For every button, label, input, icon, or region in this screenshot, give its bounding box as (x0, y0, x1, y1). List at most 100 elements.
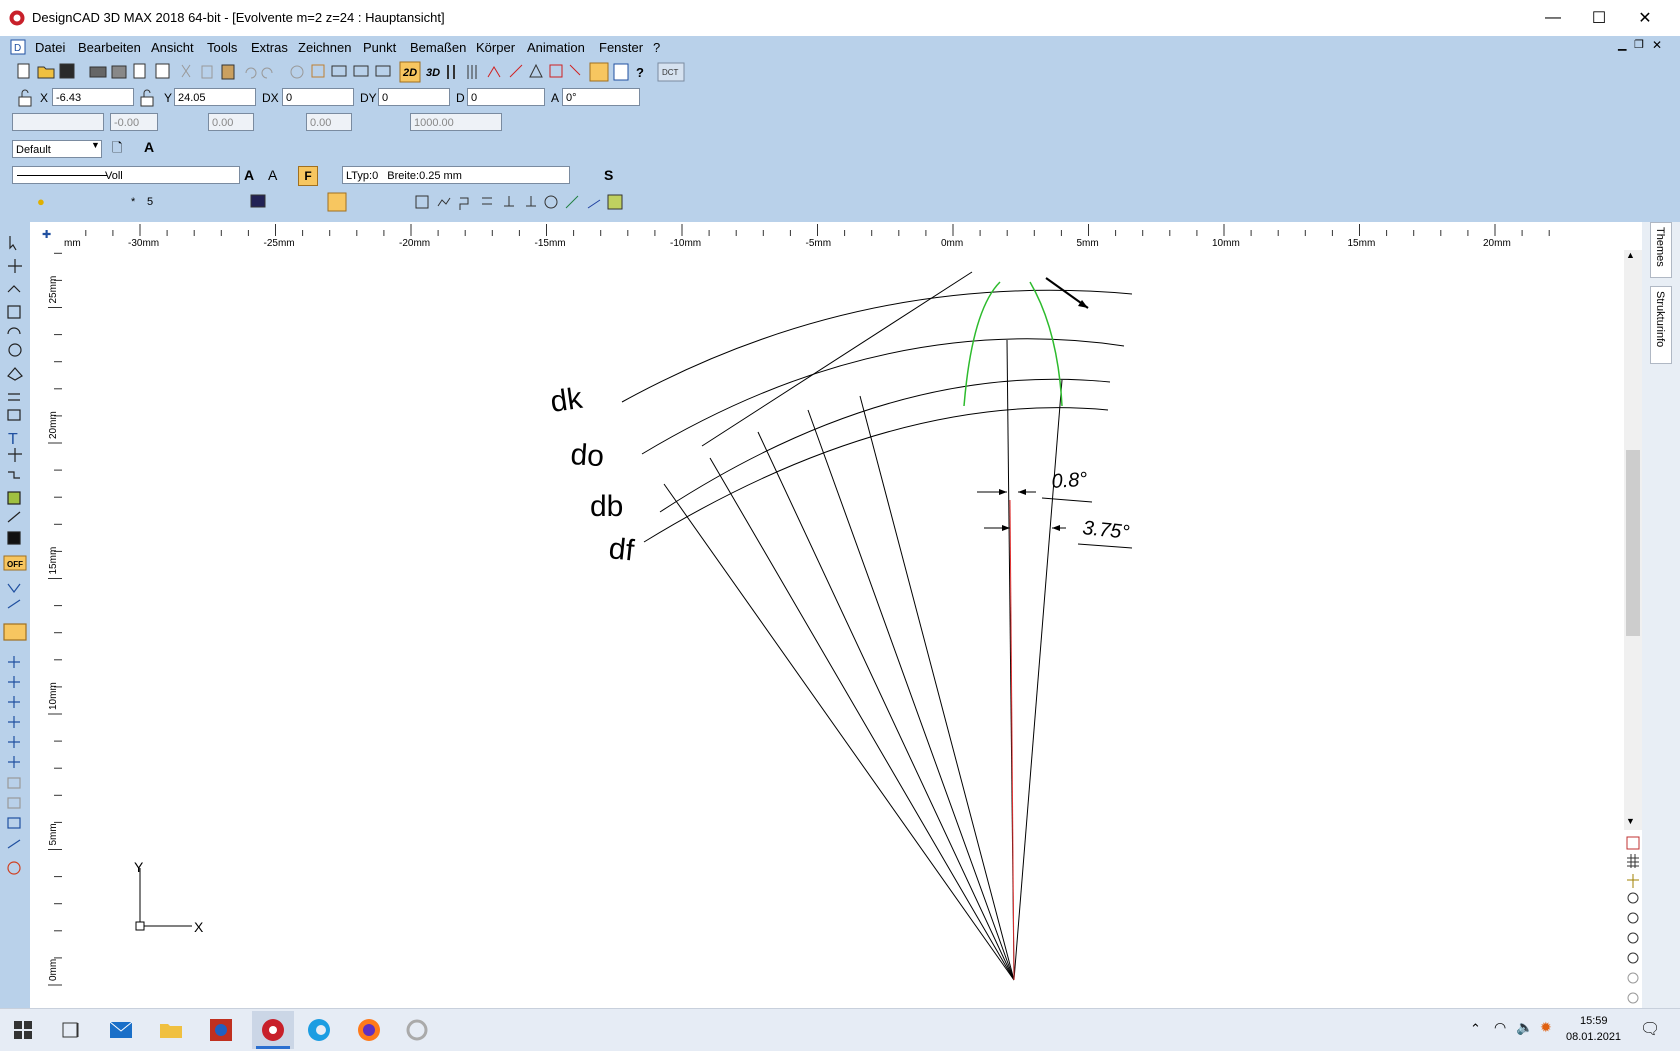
menu-bearbeiten[interactable]: Bearbeiten (78, 40, 141, 55)
line-width-select[interactable]: LTyp:0 Breite:0.25 mm (342, 166, 570, 184)
app-ring-icon[interactable] (404, 1017, 430, 1043)
tangent-line (701, 271, 973, 447)
tip-circle-dk (621, 289, 1133, 403)
scroll-up-icon[interactable]: ▲ (1626, 250, 1635, 260)
a-field[interactable]: 0° (562, 88, 640, 106)
menu-help[interactable]: ? (653, 40, 660, 55)
view-1-icon (331, 65, 347, 77)
y-coordinate-field[interactable]: 24.05 (174, 88, 256, 106)
label-db: db (590, 490, 623, 523)
drawing-svg: dk do db df 0.8° 3.75° Y X (134, 271, 1133, 981)
d-field[interactable]: 0 (467, 88, 545, 106)
menu-fenster[interactable]: Fenster (599, 40, 643, 55)
hatch-tool-icon (7, 491, 21, 505)
grid-lines-icon (467, 65, 477, 79)
mdi-close-icon[interactable]: ✕ (1652, 38, 1662, 52)
array-tool-icon (8, 471, 20, 479)
style-dropdown-icon[interactable]: ▼ (91, 140, 100, 150)
menu-tools[interactable]: Tools (207, 40, 237, 55)
left-tool-strip: T OFF (0, 222, 30, 1008)
view-value-1[interactable]: -0.00 (110, 113, 158, 131)
menu-extras[interactable]: Extras (251, 40, 288, 55)
style-s-icon[interactable]: S (604, 167, 613, 183)
edge-browser-icon[interactable] (306, 1017, 332, 1043)
radial-line-5 (859, 395, 1015, 981)
h-ruler-label: 20mm (1483, 238, 1511, 249)
snap-off-label: OFF (7, 560, 23, 569)
x-coordinate-field[interactable]: -6.43 (52, 88, 134, 106)
task-view-icon[interactable] (58, 1017, 84, 1043)
view-select[interactable] (12, 113, 104, 131)
snap-circle-icon (7, 861, 21, 875)
scroll-thumb[interactable] (1626, 450, 1640, 636)
font-a-icon[interactable]: A (244, 167, 254, 183)
notifications-icon[interactable]: 🗨 (1640, 1019, 1660, 1039)
view-value-4[interactable]: 1000.00 (410, 113, 502, 131)
mdi-restore-icon[interactable]: ❐ (1634, 38, 1644, 51)
circle-tool-icon (8, 343, 22, 357)
menu-animation[interactable]: Animation (527, 40, 585, 55)
dy-field[interactable]: 0 (378, 88, 450, 106)
fill-button[interactable]: F (298, 166, 318, 186)
lock-y-icon[interactable] (138, 89, 160, 107)
taskbar-active-app[interactable] (252, 1011, 294, 1049)
snap-grid2-icon (7, 797, 21, 809)
tray-time: 15:59 (1580, 1015, 1608, 1027)
tray-chevron-icon[interactable]: ⌃ (1470, 1021, 1481, 1037)
text-style-icon[interactable]: A (144, 139, 154, 155)
scroll-down-icon[interactable]: ▼ (1626, 816, 1635, 826)
windows-start-icon[interactable] (10, 1017, 36, 1043)
tab-strukturinfo[interactable]: Strukturinfo (1650, 286, 1672, 364)
dx-field[interactable]: 0 (282, 88, 354, 106)
redo-icon (261, 67, 273, 79)
network-icon[interactable]: ◠ (1494, 1019, 1506, 1036)
y-label: Y (164, 91, 173, 105)
tray-app-icon[interactable]: ✹ (1540, 1019, 1552, 1036)
pointer-tool-icon (9, 236, 17, 251)
document-icon[interactable]: D (10, 39, 26, 55)
minimize-button[interactable]: — (1530, 0, 1576, 36)
snap-angle-icon (529, 63, 543, 78)
menu-ansicht[interactable]: Ansicht (151, 40, 194, 55)
menu-bemassen[interactable]: Bemaßen (410, 40, 466, 55)
layer-select[interactable]: ● * 5 (12, 192, 240, 210)
print-icon (89, 66, 107, 78)
designcad-taskbar-icon (262, 1019, 284, 1041)
font-a2-icon[interactable]: A (268, 167, 277, 183)
menu-zeichnen[interactable]: Zeichnen (298, 40, 351, 55)
view-value-3[interactable]: 0.00 (306, 113, 352, 131)
maximize-button[interactable]: ☐ (1576, 0, 1622, 36)
mail-app-icon[interactable] (108, 1017, 134, 1043)
new-file-icon (17, 63, 30, 79)
print-preview-icon (133, 63, 146, 79)
zoom-out-icon (1627, 952, 1639, 964)
menu-datei[interactable]: Datei (35, 40, 65, 55)
menu-punkt[interactable]: Punkt (363, 40, 396, 55)
radial-line-4 (807, 409, 1015, 981)
file-explorer-icon[interactable] (158, 1017, 184, 1043)
style-preset-select[interactable]: Default (12, 140, 102, 158)
vertical-scrollbar[interactable]: ▲ ▼ (1624, 250, 1642, 830)
vertical-ruler: 25mm 20mm 15mm 10mm 5mm 0mm (30, 250, 63, 1008)
arc-icon (587, 199, 601, 209)
snap-m-icon (8, 736, 20, 748)
tab-themes[interactable]: Themes (1650, 222, 1672, 278)
settings-app-icon[interactable] (208, 1017, 234, 1043)
menu-koerper[interactable]: Körper (476, 40, 515, 55)
ruler-corner-icon[interactable]: ✚ (42, 228, 51, 241)
style-page-icon[interactable]: 🗋 (112, 139, 122, 161)
firefox-icon[interactable] (356, 1017, 382, 1043)
lock-x-icon[interactable] (16, 89, 36, 107)
volume-icon[interactable]: 🔈 (1516, 1019, 1533, 1036)
v-ruler-label: 15mm (48, 547, 59, 575)
grid-tool-icon (8, 393, 20, 401)
mdi-minimize-icon[interactable]: ▁ (1618, 38, 1626, 51)
left-tools: T OFF (3, 236, 27, 875)
snap-m2-icon (8, 756, 20, 768)
view-value-2[interactable]: 0.00 (208, 113, 254, 131)
close-button[interactable]: ✕ (1622, 0, 1668, 36)
axis-icon (487, 66, 501, 78)
zoom-window-icon (1626, 836, 1640, 850)
line-style-select[interactable]: Voll (12, 166, 240, 184)
drawing-canvas[interactable]: dk do db df 0.8° 3.75° Y X (62, 250, 1624, 1008)
